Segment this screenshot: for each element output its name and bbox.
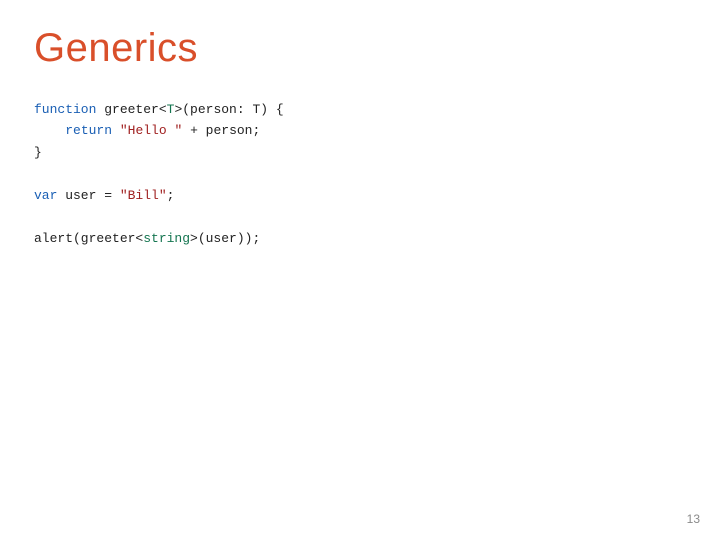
page-number: 13: [687, 512, 700, 526]
slide: Generics function greeter<T>(person: T) …: [0, 0, 720, 540]
type-arg: string: [143, 231, 190, 246]
code-line-4: var user = "Bill";: [34, 188, 174, 203]
code-line-5: alert(greeter<string>(user));: [34, 231, 260, 246]
code-line-2: return "Hello " + person;: [34, 123, 260, 138]
string-literal: "Hello ": [120, 123, 182, 138]
kw-function: function: [34, 102, 96, 117]
kw-return: return: [65, 123, 112, 138]
string-literal: "Bill": [120, 188, 167, 203]
code-line-1: function greeter<T>(person: T) {: [34, 102, 284, 117]
slide-title: Generics: [34, 26, 686, 71]
kw-var: var: [34, 188, 57, 203]
code-line-3: }: [34, 145, 42, 160]
code-block: function greeter<T>(person: T) { return …: [34, 99, 686, 249]
